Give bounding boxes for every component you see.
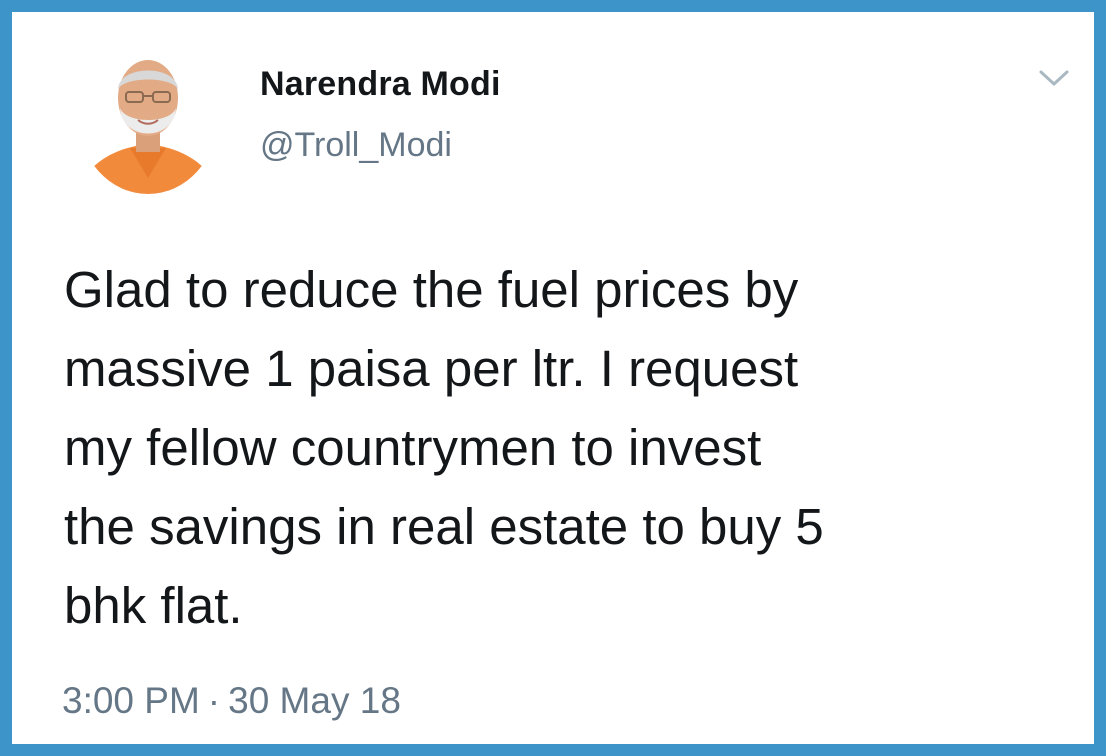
tweet-text: Glad to reduce the fuel prices by massiv…: [64, 261, 824, 634]
author-avatar[interactable]: [78, 38, 218, 194]
tweet-time: 3:00 PM: [62, 680, 200, 721]
tweet-timestamp[interactable]: 3:00 PM · 30 May 18: [62, 680, 401, 722]
profile-photo-icon: [78, 60, 218, 194]
timestamp-separator: ·: [207, 680, 221, 721]
author-handle[interactable]: @Troll_Modi: [260, 126, 452, 165]
tweet-card-frame: Narendra Modi @Troll_Modi Glad to reduce…: [0, 0, 1106, 756]
tweet-menu-button[interactable]: [1036, 64, 1072, 92]
tweet-date: 30 May 18: [228, 680, 401, 721]
author-display-name[interactable]: Narendra Modi: [260, 65, 501, 104]
chevron-down-icon: [1039, 70, 1069, 86]
